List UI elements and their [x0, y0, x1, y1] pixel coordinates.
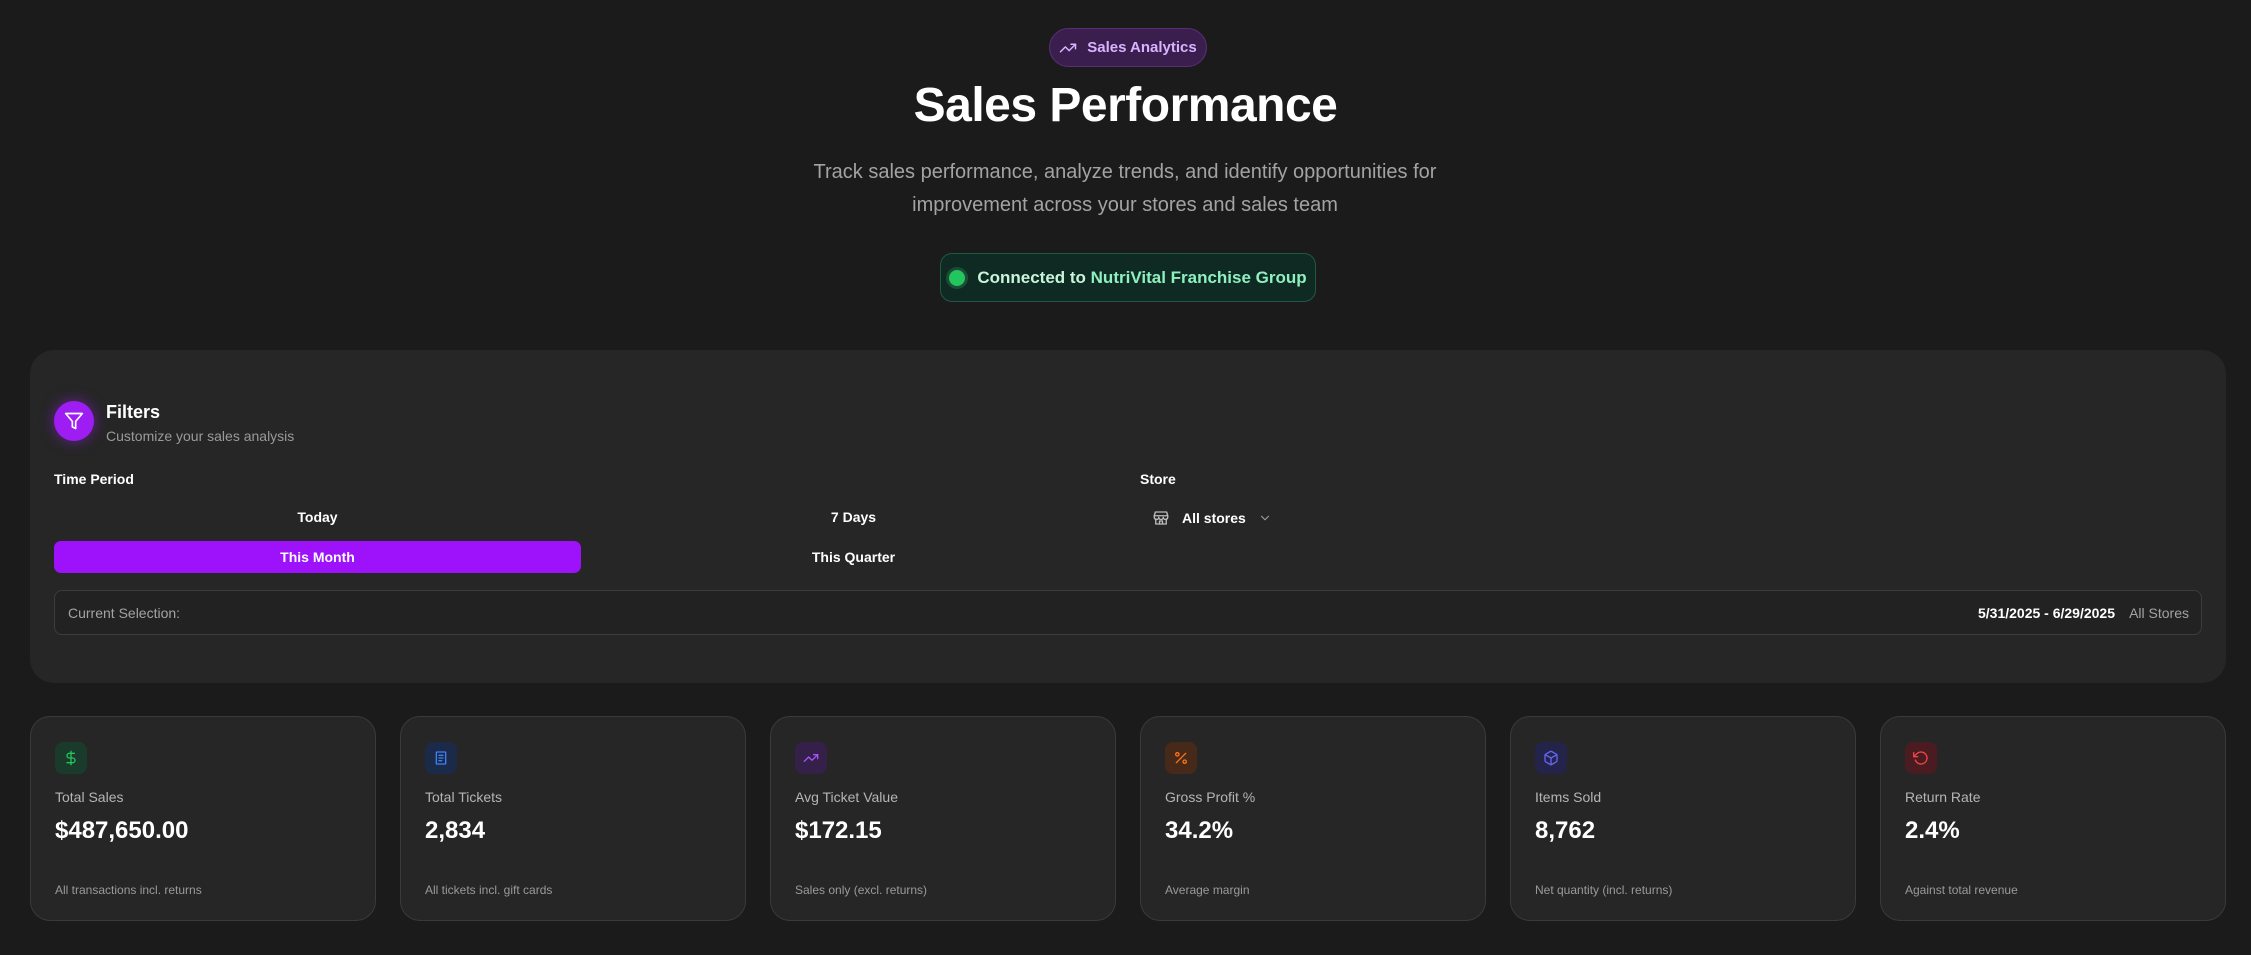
metric-card-total-sales: Total Sales $487,650.00 All transactions…	[30, 716, 376, 921]
metric-card-gross-profit: Gross Profit % 34.2% Average margin	[1140, 716, 1486, 921]
metric-value: 8,762	[1535, 817, 1596, 844]
return-icon	[1905, 742, 1937, 774]
package-icon	[1535, 742, 1567, 774]
connection-org: NutriVital Franchise Group	[1090, 267, 1307, 287]
metric-card-items-sold: Items Sold 8,762 Net quantity (incl. ret…	[1510, 716, 1856, 921]
metric-label: Avg Ticket Value	[795, 789, 898, 805]
metric-value: 2.4%	[1905, 817, 1960, 844]
dollar-icon	[55, 742, 87, 774]
metric-value: $487,650.00	[55, 817, 189, 844]
metric-note: Net quantity (incl. returns)	[1535, 883, 1673, 897]
store-icon	[1153, 511, 1169, 525]
current-date-range: 5/31/2025 - 6/29/2025	[1977, 605, 2115, 621]
sales-analytics-badge: Sales Analytics	[1049, 28, 1207, 67]
current-store: All Stores	[2129, 605, 2189, 621]
time-option-7-days[interactable]: 7 Days	[590, 501, 1117, 533]
time-option-this-month[interactable]: This Month	[54, 541, 581, 573]
metric-label: Return Rate	[1905, 789, 1981, 805]
metric-value: 34.2%	[1165, 817, 1234, 844]
metric-card-avg-ticket-value: Avg Ticket Value $172.15 Sales only (exc…	[770, 716, 1116, 921]
time-option-this-quarter[interactable]: This Quarter	[590, 541, 1117, 573]
metric-note: All tickets incl. gift cards	[425, 883, 553, 897]
metric-label: Items Sold	[1535, 789, 1602, 805]
metric-card-total-tickets: Total Tickets 2,834 All tickets incl. gi…	[400, 716, 746, 921]
store-select[interactable]: All stores	[1152, 503, 1272, 533]
page-subtitle: Track sales performance, analyze trends,…	[813, 161, 1437, 216]
metric-label: Total Sales	[55, 789, 124, 805]
filters-subtitle: Customize your sales analysis	[106, 428, 295, 444]
filters-panel: Filters Customize your sales analysis Ti…	[30, 350, 2226, 683]
metric-value: $172.15	[795, 817, 882, 844]
time-period-label: Time Period	[54, 471, 134, 487]
metric-note: All transactions incl. returns	[55, 883, 202, 897]
trending-up-icon	[1059, 43, 1077, 52]
connection-prefix: Connected to	[977, 267, 1086, 287]
metric-value: 2,834	[425, 817, 486, 844]
store-select-value: All stores	[1182, 510, 1246, 526]
metric-label: Gross Profit %	[1165, 789, 1256, 805]
page-title: Sales Performance	[913, 79, 1338, 132]
percent-icon	[1165, 742, 1197, 774]
metric-note: Sales only (excl. returns)	[795, 883, 928, 897]
store-label: Store	[1140, 471, 1176, 487]
trending-up-icon	[795, 742, 827, 774]
receipt-icon	[425, 742, 457, 774]
metric-label: Total Tickets	[425, 789, 503, 805]
status-dot-icon	[949, 269, 966, 286]
metric-note: Against total revenue	[1905, 883, 2018, 897]
current-selection-label: Current Selection:	[68, 605, 181, 621]
badge-label: Sales Analytics	[1087, 39, 1197, 56]
chevron-down-icon	[1260, 515, 1269, 521]
metric-card-return-rate: Return Rate 2.4% Against total revenue	[1880, 716, 2226, 921]
time-option-today[interactable]: Today	[54, 501, 581, 533]
current-selection: Current Selection: 5/31/2025 - 6/29/2025…	[54, 590, 2202, 635]
metric-note: Average margin	[1165, 883, 1250, 897]
filters-title: Filters	[106, 402, 161, 422]
connection-status: Connected to NutriVital Franchise Group	[940, 253, 1316, 302]
filter-icon	[54, 401, 94, 441]
connection-text: Connected to NutriVital Franchise Group	[977, 268, 1306, 288]
